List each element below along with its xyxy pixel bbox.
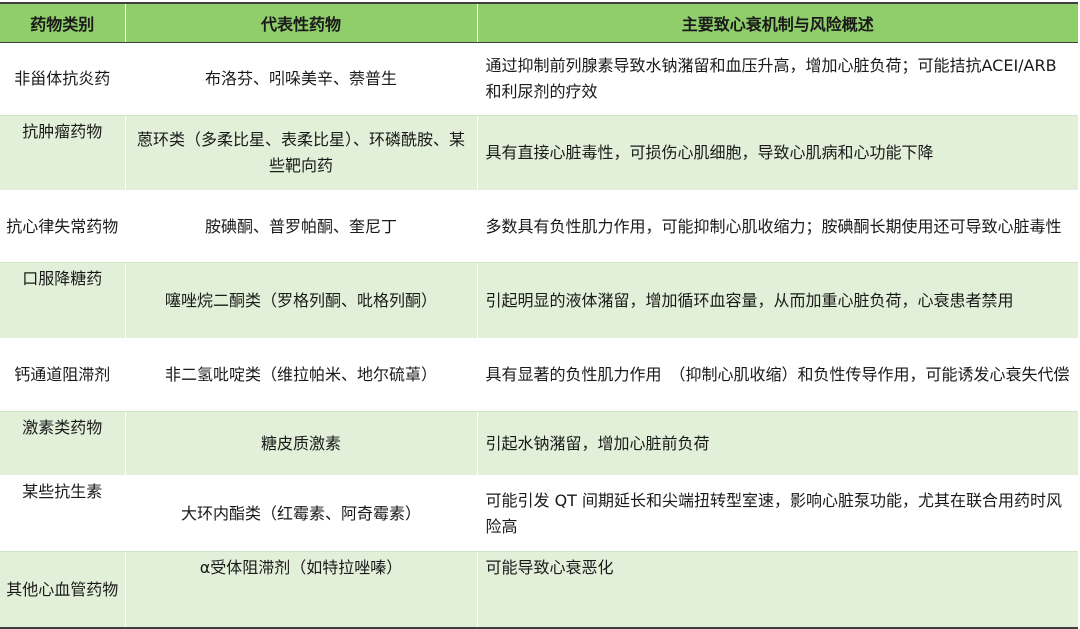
cell-mechanism: 通过抑制前列腺素导致水钠潴留和血压升高，增加心脏负荷；可能拮抗ACEI/ARB … — [476, 42, 1078, 116]
table-row: 某些抗生素 大环内酯类（红霉素、阿奇霉素） 可能引发 QT 间期延长和尖端扭转型… — [0, 475, 1078, 552]
table-row: 激素类药物 糖皮质激素 引起水钠潴留，增加心脏前负荷 — [0, 411, 1078, 476]
cell-drugs: α受体阻滞剂（如特拉唑嗪） — [124, 551, 478, 629]
table-row: 其他心血管药物 α受体阻滞剂（如特拉唑嗪） 可能导致心衰恶化 — [0, 551, 1078, 629]
header-representative-drugs: 代表性药物 — [124, 2, 478, 43]
table-header: 药物类别 代表性药物 主要致心衰机制与风险概述 — [0, 2, 1078, 43]
table-body: 非甾体抗炎药 布洛芬、吲哚美辛、萘普生 通过抑制前列腺素导致水钠潴留和血压升高，… — [0, 42, 1078, 629]
header-drug-category: 药物类别 — [0, 2, 126, 43]
cell-drugs: 大环内酯类（红霉素、阿奇霉素） — [124, 475, 478, 552]
header-mechanism-risk: 主要致心衰机制与风险概述 — [476, 2, 1078, 43]
cell-category: 口服降糖药 — [0, 262, 126, 339]
table-row: 抗肿瘤药物 蒽环类（多柔比星、表柔比星）、环磷酰胺、某些靶向药 具有直接心脏毒性… — [0, 115, 1078, 191]
cell-mechanism: 具有直接心脏毒性，可损伤心肌细胞，导致心肌病和心功能下降 — [476, 115, 1078, 191]
cell-mechanism: 引起明显的液体潴留，增加循环血容量，从而加重心脏负荷，心衰患者禁用 — [476, 262, 1078, 339]
cell-category: 某些抗生素 — [0, 475, 126, 552]
drug-heart-failure-table-container: 药物类别 代表性药物 主要致心衰机制与风险概述 非甾体抗炎药 布洛芬、吲哚美辛、… — [0, 2, 1078, 629]
cell-category: 非甾体抗炎药 — [0, 42, 126, 116]
cell-mechanism: 可能导致心衰恶化 — [476, 551, 1078, 629]
drug-heart-failure-table: 药物类别 代表性药物 主要致心衰机制与风险概述 非甾体抗炎药 布洛芬、吲哚美辛、… — [0, 2, 1078, 629]
cell-category: 抗肿瘤药物 — [0, 115, 126, 191]
cell-drugs: 蒽环类（多柔比星、表柔比星）、环磷酰胺、某些靶向药 — [124, 115, 478, 191]
cell-drugs: 非二氢吡啶类（维拉帕米、地尔硫䓬） — [124, 338, 478, 412]
cell-drugs: 胺碘酮、普罗帕酮、奎尼丁 — [124, 190, 478, 263]
cell-category: 激素类药物 — [0, 411, 126, 476]
cell-mechanism: 引起水钠潴留，增加心脏前负荷 — [476, 411, 1078, 476]
table-row: 抗心律失常药物 胺碘酮、普罗帕酮、奎尼丁 多数具有负性肌力作用，可能抑制心肌收缩… — [0, 190, 1078, 263]
cell-category: 钙通道阻滞剂 — [0, 338, 126, 412]
cell-mechanism: 多数具有负性肌力作用，可能抑制心肌收缩力；胺碘酮长期使用还可导致心脏毒性 — [476, 190, 1078, 263]
cell-mechanism: 可能引发 QT 间期延长和尖端扭转型室速，影响心脏泵功能，尤其在联合用药时风险高 — [476, 475, 1078, 552]
cell-drugs: 噻唑烷二酮类（罗格列酮、吡格列酮） — [124, 262, 478, 339]
table-row: 非甾体抗炎药 布洛芬、吲哚美辛、萘普生 通过抑制前列腺素导致水钠潴留和血压升高，… — [0, 42, 1078, 116]
table-row: 口服降糖药 噻唑烷二酮类（罗格列酮、吡格列酮） 引起明显的液体潴留，增加循环血容… — [0, 262, 1078, 339]
cell-drugs: 糖皮质激素 — [124, 411, 478, 476]
cell-mechanism: 具有显著的负性肌力作用 （抑制心肌收缩）和负性传导作用，可能诱发心衰失代偿 — [476, 338, 1078, 412]
cell-category: 抗心律失常药物 — [0, 190, 126, 263]
cell-category: 其他心血管药物 — [0, 551, 126, 629]
table-row: 钙通道阻滞剂 非二氢吡啶类（维拉帕米、地尔硫䓬） 具有显著的负性肌力作用 （抑制… — [0, 338, 1078, 412]
header-row: 药物类别 代表性药物 主要致心衰机制与风险概述 — [0, 2, 1078, 43]
cell-drugs: 布洛芬、吲哚美辛、萘普生 — [124, 42, 478, 116]
